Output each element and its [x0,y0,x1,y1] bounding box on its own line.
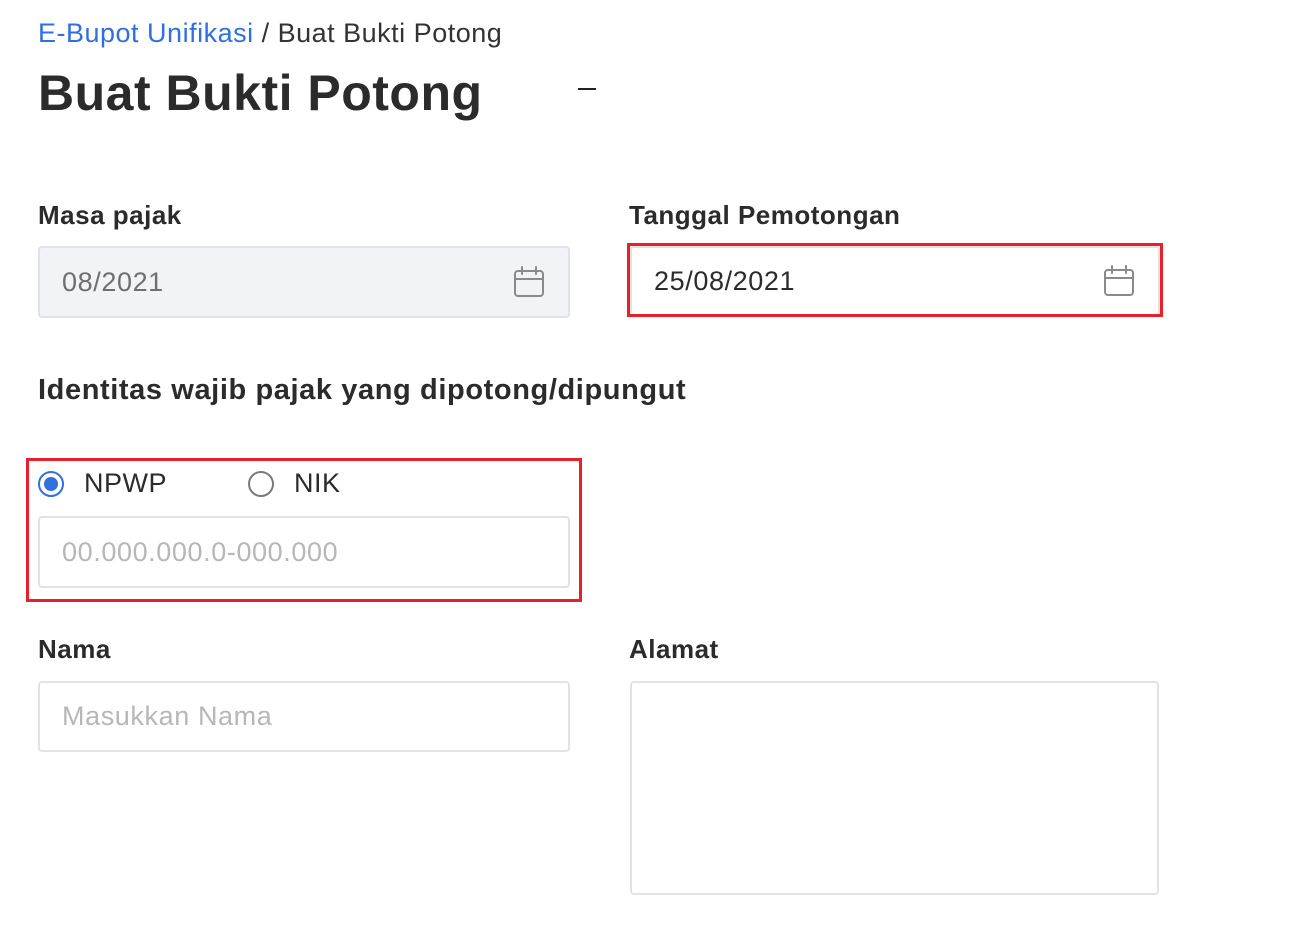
radio-nik-label: NIK [294,468,341,498]
nama-placeholder: Masukkan Nama [62,701,273,731]
breadcrumb-separator: / [261,18,270,48]
masa-pajak-field: 08/2021 [38,246,570,318]
nama-input[interactable]: Masukkan Nama [38,681,570,752]
nama-label: Nama [38,634,111,664]
masa-pajak-label: Masa pajak [38,200,182,230]
npwp-input[interactable]: 00.000.000.0-000.000 [38,516,570,588]
minimize-icon[interactable] [578,88,596,90]
radio-npwp-label: NPWP [84,468,167,498]
calendar-icon[interactable] [1102,264,1136,298]
page: E-Bupot Unifikasi / Buat Bukti Potong Buat… [0,0,1302,932]
radio-option-nik[interactable]: NIK [248,468,341,499]
identitas-section-title: Identitas wajib pajak yang dipotong/dipu… [38,374,687,406]
page-title: Buat Bukti Potong [38,65,483,121]
breadcrumb-current: Buat Bukti Potong [277,18,503,48]
npwp-placeholder: 00.000.000.0-000.000 [62,536,339,567]
alamat-textarea[interactable] [630,681,1159,895]
alamat-label: Alamat [629,634,719,664]
breadcrumb-link-ebupot[interactable]: E-Bupot Unifikasi [38,18,254,48]
radio-option-npwp[interactable]: NPWP [38,468,167,499]
radio-npwp[interactable] [38,470,64,497]
tanggal-pemotongan-value: 25/08/2021 [654,265,796,296]
radio-nik[interactable] [248,470,274,497]
breadcrumb: E-Bupot Unifikasi / Buat Bukti Potong [38,18,502,49]
calendar-icon [514,266,544,297]
tanggal-pemotongan-label: Tanggal Pemotongan [629,200,901,230]
tanggal-pemotongan-field[interactable]: 25/08/2021 [630,246,1160,316]
masa-pajak-value: 08/2021 [62,266,164,297]
